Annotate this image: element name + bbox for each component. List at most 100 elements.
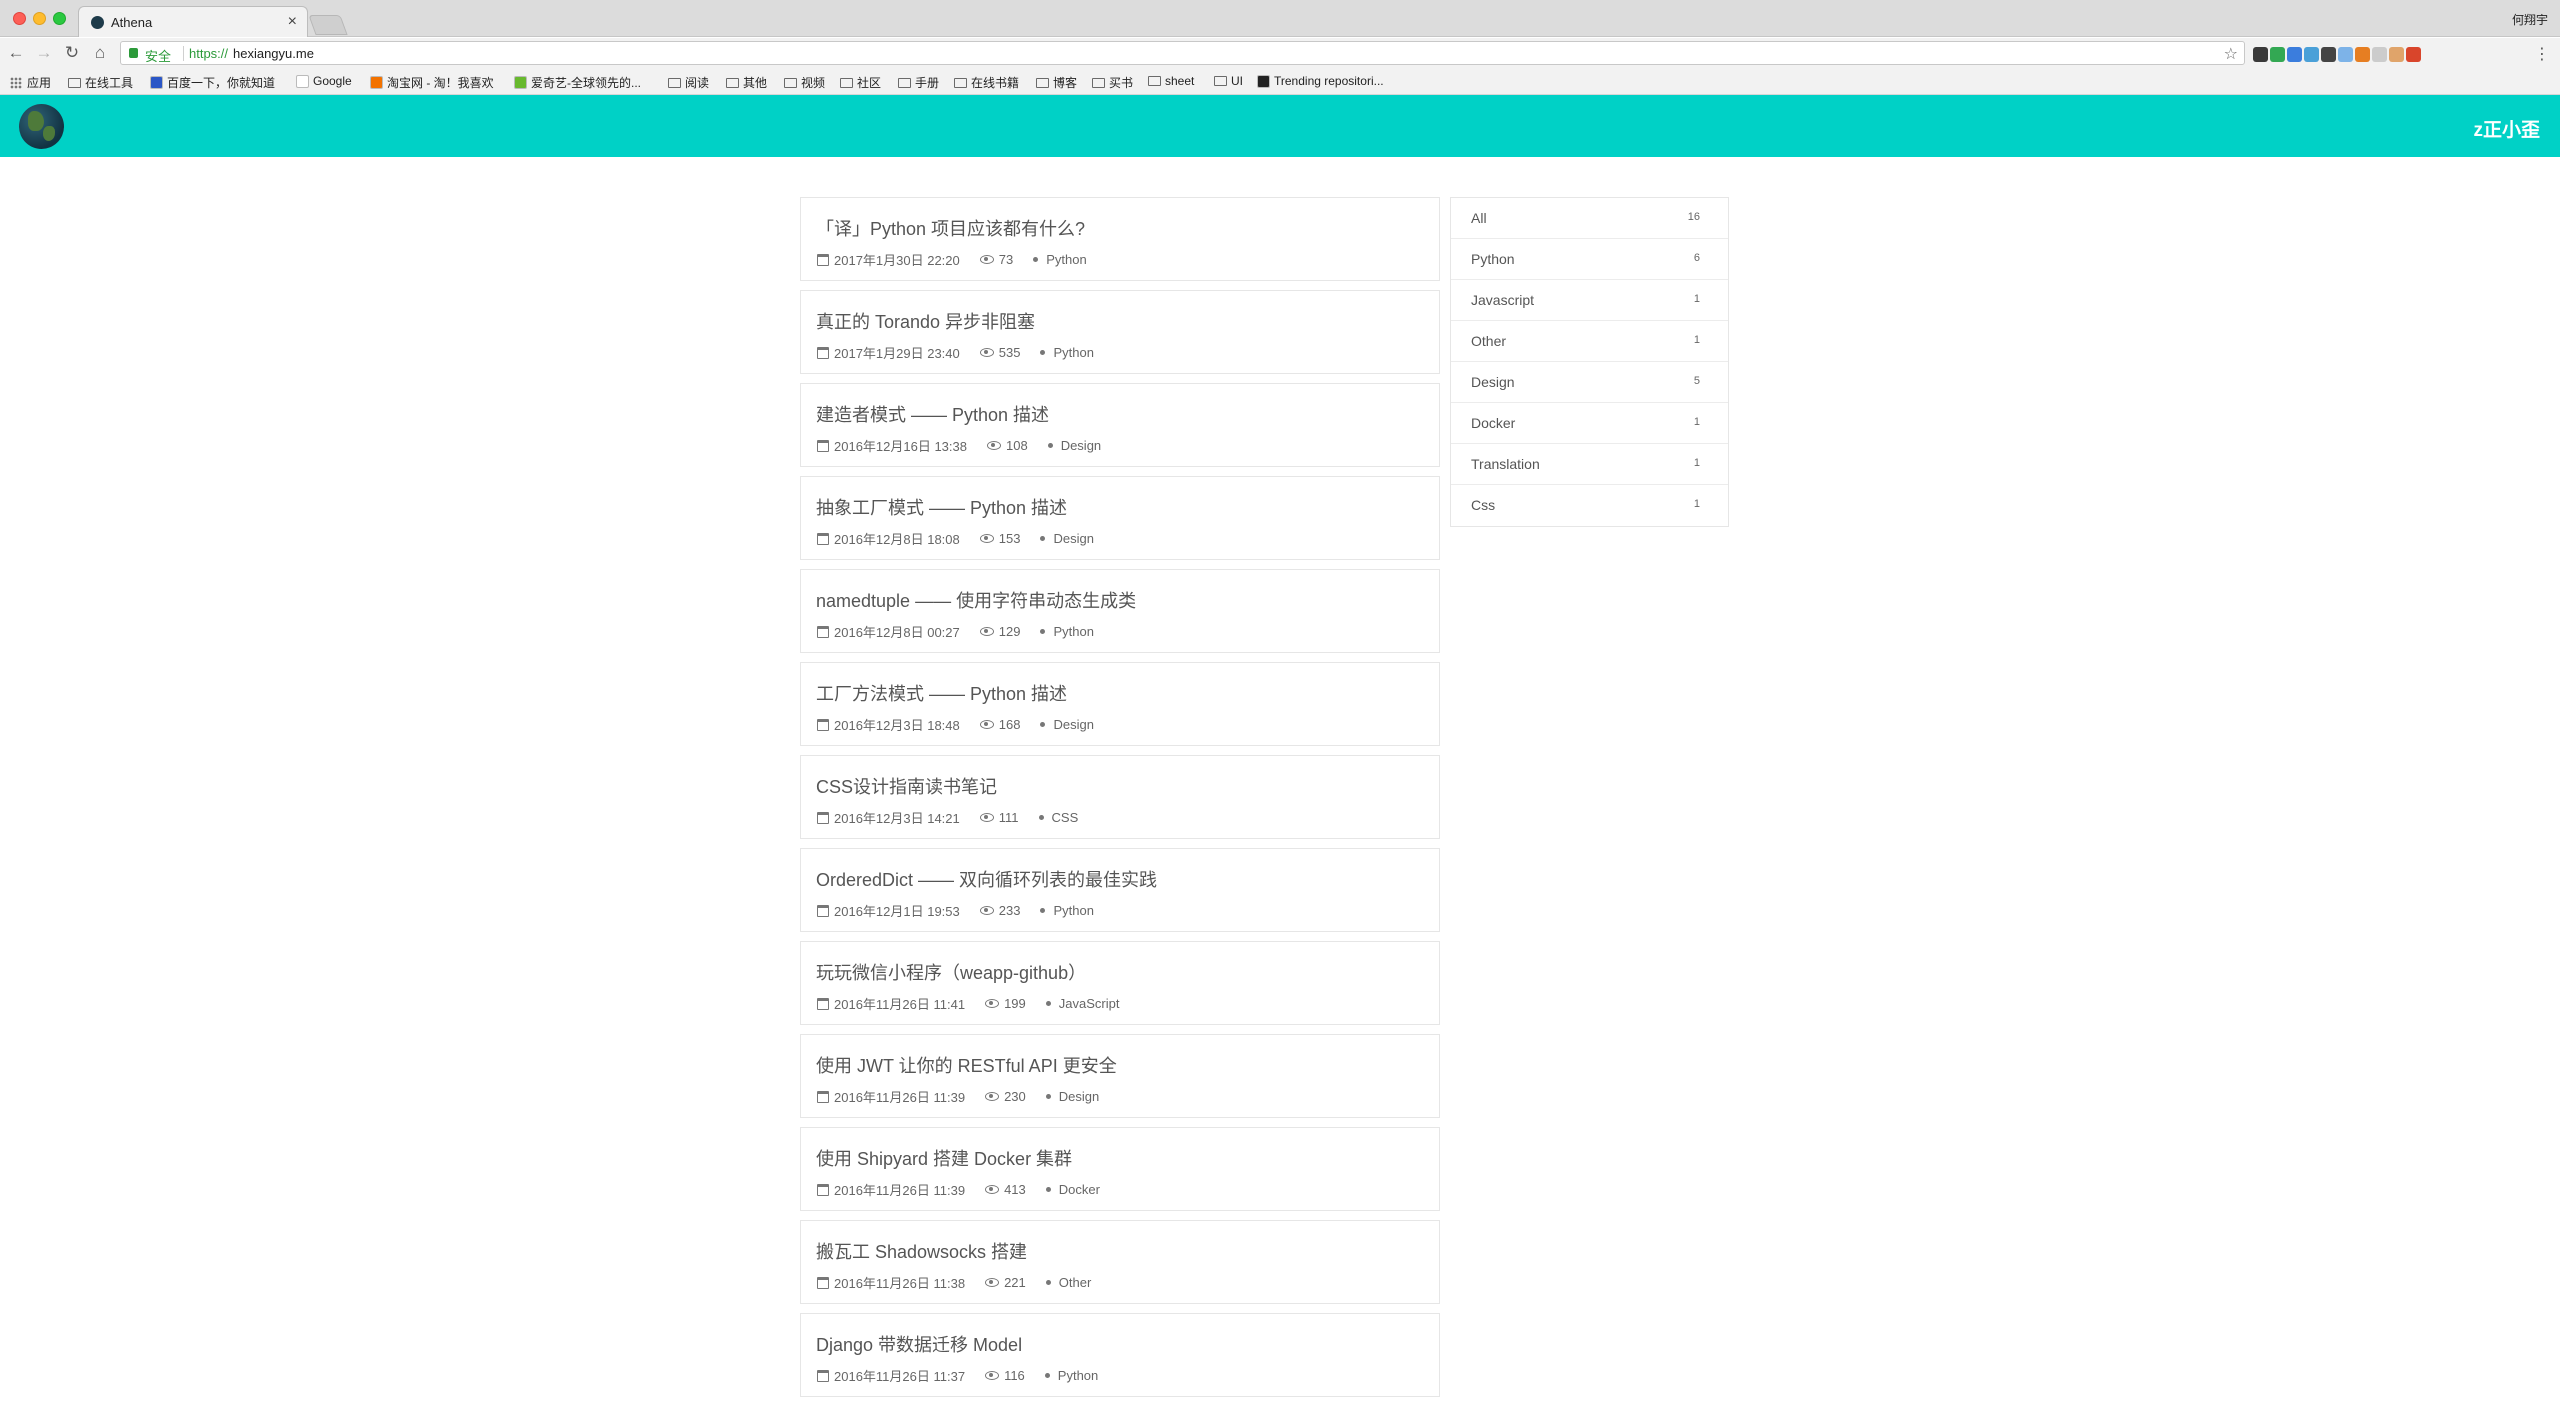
bookmark-label: 在线书籍 bbox=[971, 76, 1020, 90]
category-item[interactable]: Css 1 bbox=[1451, 485, 1728, 526]
bookmark-item[interactable]: sheet bbox=[1148, 74, 1194, 88]
post-card: 搬瓦工 Shadowsocks 搭建 2016年11月26日 11:38 221 Ot… bbox=[800, 1220, 1440, 1304]
bookmark-item[interactable]: 在线书籍 bbox=[954, 74, 1019, 91]
browser-extension-icon[interactable] bbox=[2389, 47, 2404, 62]
post-title-link[interactable]: 玩玩微信小程序（weapp-github） bbox=[816, 959, 1086, 985]
site-author-link[interactable]: z正小歪 bbox=[2473, 115, 2540, 142]
window-maximize-button[interactable] bbox=[53, 12, 66, 25]
post-views: 116 bbox=[1004, 1368, 1025, 1383]
post-category-link[interactable]: Design bbox=[1053, 717, 1093, 732]
browser-extension-icon[interactable] bbox=[2304, 47, 2319, 62]
post-card: 「译」Python 项目应该都有什么? 2017年1月30日 22:20 73 Pyt… bbox=[800, 197, 1440, 281]
post-category-link[interactable]: Docker bbox=[1059, 1182, 1100, 1197]
bookmark-item[interactable]: Google bbox=[296, 74, 352, 88]
post-category-link[interactable]: Design bbox=[1059, 1089, 1099, 1104]
category-item[interactable]: Javascript 1 bbox=[1451, 280, 1728, 321]
browser-extension-icon[interactable] bbox=[2270, 47, 2285, 62]
forward-icon[interactable]: → bbox=[34, 43, 54, 63]
window-minimize-button[interactable] bbox=[33, 12, 46, 25]
post-title-link[interactable]: CSS设计指南读书笔记 bbox=[816, 773, 997, 799]
bookmark-item[interactable]: 社区 bbox=[840, 74, 881, 91]
bookmark-item[interactable]: Trending repositori... bbox=[1257, 74, 1384, 88]
eye-icon bbox=[979, 627, 994, 636]
tab-close-icon[interactable]: × bbox=[288, 13, 297, 31]
category-count-badge: 1 bbox=[1693, 416, 1700, 428]
post-card: 使用 JWT 让你的 RESTful API 更安全 2016年11月26日 11… bbox=[800, 1034, 1440, 1118]
browser-extension-icon[interactable] bbox=[2338, 47, 2353, 62]
browser-extension-icon[interactable] bbox=[2321, 47, 2336, 62]
category-item[interactable]: Translation 1 bbox=[1451, 444, 1728, 485]
post-category-link[interactable]: Python bbox=[1053, 903, 1093, 918]
category-item[interactable]: Docker 1 bbox=[1451, 403, 1728, 444]
category-item[interactable]: Other 1 bbox=[1451, 321, 1728, 362]
post-category-link[interactable]: Python bbox=[1058, 1368, 1098, 1383]
browser-extension-icon[interactable] bbox=[2287, 47, 2302, 62]
calendar-icon bbox=[817, 532, 829, 545]
post-title-link[interactable]: namedtuple —— 使用字符串动态生成类 bbox=[816, 587, 1136, 613]
bookmark-item[interactable]: 博客 bbox=[1036, 74, 1077, 91]
bookmark-item[interactable]: 百度一下，你就知道 bbox=[150, 74, 275, 91]
post-category-link[interactable]: Design bbox=[1053, 531, 1093, 546]
post-meta: 2016年11月26日 11:37 116 Python bbox=[817, 1366, 1098, 1385]
profile-name[interactable]: 何翔宇 bbox=[2512, 11, 2548, 28]
post-category-link[interactable]: Python bbox=[1046, 252, 1086, 267]
post-title-link[interactable]: 真正的 Torando 异步非阻塞 bbox=[816, 308, 1035, 334]
bullet-icon bbox=[1033, 257, 1039, 262]
post-category-link[interactable]: JavaScript bbox=[1059, 996, 1120, 1011]
post-list: 「译」Python 项目应该都有什么? 2017年1月30日 22:20 73 Pyt… bbox=[800, 197, 1440, 1406]
post-title-link[interactable]: 抽象工厂模式 —— Python 描述 bbox=[816, 494, 1067, 520]
post-date: 2016年12月1日 19:53 bbox=[834, 904, 960, 919]
home-icon[interactable]: ⌂ bbox=[90, 43, 110, 63]
reload-icon[interactable]: ↻ bbox=[62, 43, 82, 63]
browser-extension-icon[interactable] bbox=[2372, 47, 2387, 62]
address-bar[interactable]: 安全 https:// hexiangyu.me ☆ bbox=[120, 41, 2245, 65]
bookmark-item[interactable]: 爱奇艺-全球领先的... bbox=[514, 74, 641, 91]
post-meta: 2016年11月26日 11:39 413 Docker bbox=[817, 1180, 1100, 1199]
post-title-link[interactable]: Django 带数据迁移 Model bbox=[816, 1331, 1022, 1357]
post-title-link[interactable]: 使用 Shipyard 搭建 Docker 集群 bbox=[816, 1145, 1072, 1171]
post-views: 73 bbox=[998, 252, 1014, 267]
post-title-link[interactable]: 工厂方法模式 —— Python 描述 bbox=[816, 680, 1067, 706]
browser-tab-active[interactable]: Athena × bbox=[78, 6, 308, 37]
site-logo-globe-icon[interactable] bbox=[19, 104, 64, 149]
category-name: Translation bbox=[1471, 456, 1540, 472]
post-date: 2017年1月29日 23:40 bbox=[834, 346, 960, 361]
post-title-link[interactable]: 「译」Python 项目应该都有什么? bbox=[816, 215, 1085, 241]
window-close-button[interactable] bbox=[13, 12, 26, 25]
bookmark-label: 百度一下，你就知道 bbox=[167, 76, 276, 90]
new-tab-button[interactable] bbox=[308, 15, 348, 35]
browser-extension-icon[interactable] bbox=[2406, 47, 2421, 62]
browser-extension-icon[interactable] bbox=[2355, 47, 2370, 62]
post-title-link[interactable]: 搬瓦工 Shadowsocks 搭建 bbox=[816, 1238, 1027, 1264]
post-title-link[interactable]: 建造者模式 —— Python 描述 bbox=[816, 401, 1049, 427]
bookmark-item[interactable]: 手册 bbox=[898, 74, 939, 91]
post-category-link[interactable]: Python bbox=[1053, 624, 1093, 639]
category-item[interactable]: Design 5 bbox=[1451, 362, 1728, 403]
category-item[interactable]: All 16 bbox=[1451, 198, 1728, 239]
post-title-link[interactable]: 使用 JWT 让你的 RESTful API 更安全 bbox=[816, 1052, 1117, 1078]
category-name: Css bbox=[1471, 497, 1496, 513]
bookmark-item[interactable]: 淘宝网 - 淘！我喜欢 bbox=[370, 74, 494, 91]
bookmark-item[interactable]: 其他 bbox=[726, 74, 767, 91]
bookmark-label: Google bbox=[313, 74, 352, 88]
post-category-link[interactable]: Python bbox=[1053, 345, 1093, 360]
bookmark-item[interactable]: 在线工具 bbox=[68, 74, 133, 91]
bookmark-item[interactable]: 阅读 bbox=[668, 74, 709, 91]
bookmark-item[interactable]: 买书 bbox=[1092, 74, 1133, 91]
bookmark-item[interactable]: 视频 bbox=[784, 74, 825, 91]
post-category-link[interactable]: Design bbox=[1061, 438, 1101, 453]
browser-menu-icon[interactable]: ⋮ bbox=[2534, 44, 2550, 64]
post-meta: 2016年11月26日 11:41 199 JavaScript bbox=[817, 994, 1119, 1013]
back-icon[interactable]: ← bbox=[6, 43, 26, 63]
category-item[interactable]: Python 6 bbox=[1451, 239, 1728, 280]
post-date: 2017年1月30日 22:20 bbox=[834, 253, 960, 268]
eye-icon bbox=[985, 999, 1000, 1008]
bookmark-item[interactable]: UI bbox=[1214, 74, 1243, 88]
bookmark-item[interactable]: 应用 bbox=[10, 74, 51, 91]
bullet-icon bbox=[1040, 350, 1046, 355]
post-category-link[interactable]: Other bbox=[1059, 1275, 1092, 1290]
post-title-link[interactable]: OrderedDict —— 双向循环列表的最佳实践 bbox=[816, 866, 1157, 892]
bookmark-star-icon[interactable]: ☆ bbox=[2224, 44, 2238, 64]
post-category-link[interactable]: CSS bbox=[1052, 810, 1079, 825]
browser-extension-icon[interactable] bbox=[2253, 47, 2268, 62]
